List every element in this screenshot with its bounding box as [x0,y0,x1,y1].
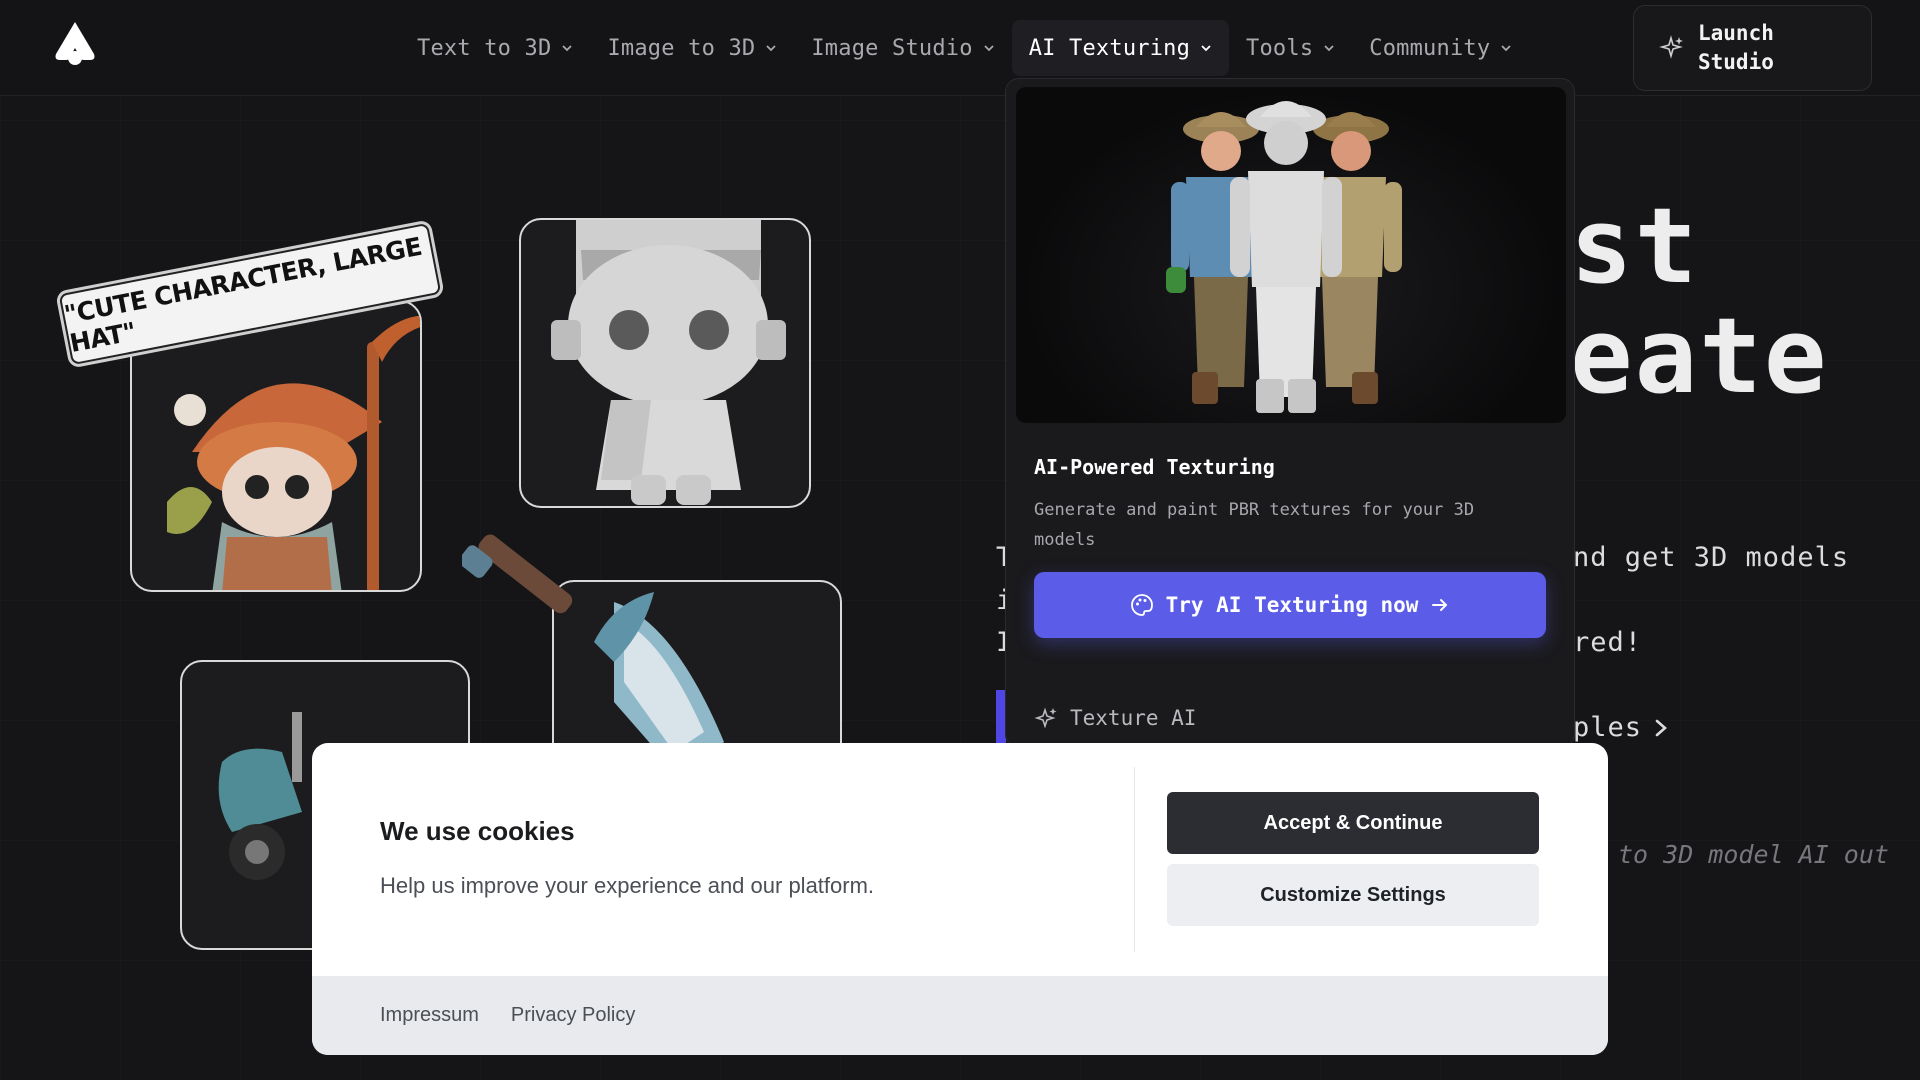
nav-tools-label: Tools [1246,35,1314,61]
hero-title-line2: eate [1570,295,1829,417]
blade-handle-image [462,534,573,614]
dropdown-title: AI-Powered Texturing [1034,455,1275,479]
nav-ai-texturing[interactable]: AI Texturing [1011,20,1230,76]
arrow-right-icon [1432,599,1448,611]
main-menu: Text to 3D Image to 3D Image Studio AI T… [400,20,1529,76]
chevron-down-icon [766,45,776,52]
top-navbar: Text to 3D Image to 3D Image Studio AI T… [0,0,1920,96]
nav-image-studio[interactable]: Image Studio [794,20,1011,76]
customize-settings-button[interactable]: Customize Settings [1167,864,1539,926]
chevron-down-icon [984,45,994,52]
nav-community-label: Community [1369,35,1491,61]
texture-ai-menu-item[interactable]: Texture AI [1034,706,1196,730]
brand-logo-icon[interactable] [54,20,96,66]
texturing-preview-image [1016,87,1566,423]
try-ai-texturing-button[interactable]: Try AI Texturing now [1034,572,1546,638]
chevron-down-icon [562,45,573,52]
cookie-description: Help us improve your experience and our … [380,873,875,898]
launch-studio-label: Launch Studio [1698,21,1774,74]
nav-image-studio-label: Image Studio [811,35,973,61]
accept-continue-button[interactable]: Accept & Continue [1167,792,1539,854]
examples-link[interactable]: ples [1573,712,1668,743]
monster-figure-image [551,220,786,505]
nav-ai-texturing-label: AI Texturing [1028,35,1191,61]
nav-image-to-3d[interactable]: Image to 3D [590,20,794,76]
showcase-card-monster [519,218,811,508]
nav-image-to-3d-label: Image to 3D [607,35,756,61]
chevron-down-icon [1324,45,1334,52]
nav-text-to-3d[interactable]: Text to 3D [400,20,590,76]
try-ai-texturing-label: Try AI Texturing now [1165,593,1419,617]
hero-tagline: to 3D model AI out [1618,840,1889,869]
privacy-policy-link[interactable]: Privacy Policy [511,1004,635,1027]
palette-icon [1130,594,1153,616]
nav-tools[interactable]: Tools [1229,20,1352,76]
sparkles-icon [1034,707,1057,729]
wizard-figure-image [167,315,420,590]
ai-texturing-dropdown: AI-Powered Texturing Generate and paint … [1005,78,1575,748]
launch-studio-button[interactable]: Launch Studio [1633,5,1872,91]
dropdown-description: Generate and paint PBR textures for your… [1034,500,1475,550]
hero-description-line1: nd get 3D models [1573,542,1850,573]
sparkles-icon [1659,35,1683,59]
nav-text-to-3d-label: Text to 3D [417,35,552,61]
cookie-footer: Impressum Privacy Policy [312,976,1608,1055]
examples-link-label: ples [1573,712,1643,743]
cookie-divider [1134,767,1135,952]
texture-ai-label: Texture AI [1070,706,1197,730]
hero-title-line1: st [1570,185,1700,307]
hero-description-line2: red! [1573,627,1643,658]
chevron-right-icon [1655,719,1668,736]
cookie-title: We use cookies [380,816,575,846]
chevron-down-icon [1501,45,1511,52]
nav-community[interactable]: Community [1352,20,1529,76]
chevron-down-icon [1201,45,1211,52]
impressum-link[interactable]: Impressum [380,1004,479,1027]
cookie-consent-modal: We use cookies Help us improve your expe… [312,743,1608,1055]
